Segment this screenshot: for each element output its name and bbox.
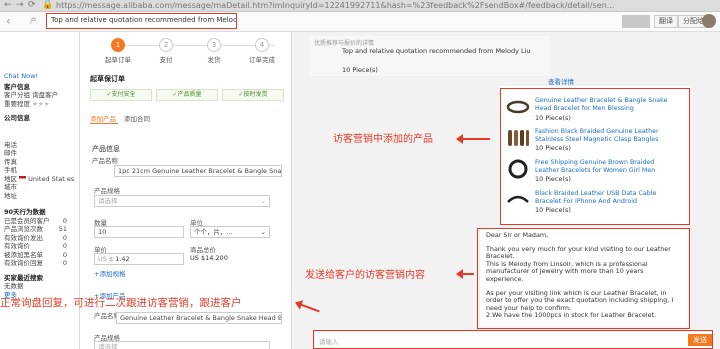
fax-label: 传真 [4, 157, 17, 166]
step-draft: 1 起草订单 [94, 38, 142, 64]
step-pay: 2 支付 [142, 38, 190, 64]
stat-row: 产品浏览次数 51 [4, 225, 67, 233]
spec-select[interactable]: 请选择 ⌄ [94, 195, 270, 207]
stat-row: 有效询价回复 0 [4, 259, 67, 267]
product-info-heading: 产品信息 [92, 145, 120, 153]
header-prefix: 产 [30, 17, 37, 25]
annotation-products: 访客营销中添加的产品 [333, 134, 433, 145]
stat-row: 已是会员的客户 0 [4, 216, 67, 225]
region-row: 地区 United Stat es [4, 174, 75, 183]
qty-input[interactable]: 10 [94, 226, 184, 238]
customer-group: 客户分组 询盘客户 [4, 91, 59, 99]
add-spec-link[interactable]: +添加规格 [94, 268, 125, 278]
customer-info-heading: 客户信息 [4, 82, 30, 91]
products-highlight-box [500, 88, 690, 225]
buyer-search-heading: 买家最近搜索 [4, 273, 43, 282]
card-title-cn: 优质推荐与报价的详情 [314, 40, 375, 47]
badge-delivery: ✓按时发货 [222, 89, 284, 101]
step-ship: 3 发货 [190, 38, 238, 64]
browser-toolbar: ← → ⟳ 🔒 https://message.alibaba.com/mess… [0, 0, 720, 12]
chevron-down-icon: ⌄ [260, 197, 266, 205]
toolbar-placeholder [622, 15, 650, 28]
importance-row: 重要程度 ★★★ [4, 99, 50, 108]
reload-icon[interactable]: ⟳ [28, 0, 36, 11]
forward-arrow-icon[interactable]: → [16, 0, 24, 11]
badge-payment: ✓支付安全 [90, 89, 152, 101]
product-name-input[interactable]: 1pc 21cm Genuine Leather Bracelet & Bang… [114, 165, 282, 177]
badge-quality: ✓产品质量 [156, 89, 218, 101]
input-highlight-box [313, 330, 713, 349]
address-label: 地址 [4, 191, 17, 200]
behavior-heading: 90天行为数据 [4, 208, 46, 216]
total-label: 商品总价 [190, 246, 216, 254]
card-qty: 10 Piece(s) [342, 66, 378, 74]
send-button[interactable]: 发送 [688, 334, 712, 346]
spec-label: 产品规格 [94, 187, 120, 195]
phone-label: 电话 [4, 140, 17, 149]
stat-row: 有效询价发出 0 [4, 233, 67, 242]
chat-now-link[interactable]: Chat Now! [4, 72, 79, 81]
second-product-input[interactable]: Genuine Leather Bracelet & Bangle Snake … [116, 312, 282, 324]
message-highlight-box [477, 228, 690, 329]
unit-select[interactable]: 个个，片，... ⌄ [190, 226, 270, 238]
page-title: Top and relative quotation recommended f… [46, 13, 237, 29]
company-heading: 公司信息 [4, 114, 30, 122]
step-complete: 4 订单完成 [238, 38, 286, 64]
mobile-label: 手机 [4, 166, 17, 174]
annotation-bottom-note: 正常询盘回复，可进行二次跟进访客营销，跟进客户 [0, 297, 242, 309]
annotation-arrow [456, 269, 474, 279]
tab-underline [90, 123, 118, 124]
address-bar[interactable]: https://message.alibaba.com/message/maDe… [56, 0, 614, 11]
form-section-title: 起草保订单 [90, 75, 125, 83]
us-flag-icon [19, 176, 27, 181]
city-label: 城市 [4, 183, 17, 191]
email-label: 邮件 [4, 149, 17, 157]
quotation-card[interactable]: 优质推荐与报价的详情 Top and relative quotation re… [310, 36, 550, 76]
translate-button[interactable]: 翻译 [654, 15, 678, 28]
second-spec-select[interactable]: 请选择 [94, 341, 270, 349]
tab-add-product[interactable]: 添加产品 [90, 113, 116, 123]
star-rating-icon[interactable]: ★★★ [32, 100, 49, 108]
back-chevron-icon[interactable]: ‹ [6, 14, 11, 28]
view-details-link[interactable]: 查看详情 [548, 76, 574, 86]
annotation-marketing: 发送给客户的访客营销内容 [305, 270, 425, 281]
chevron-down-icon: ⌄ [260, 228, 266, 236]
avatar[interactable] [702, 14, 716, 28]
no-data-text: 无数据 [4, 282, 24, 290]
tab-add-contract[interactable]: 添加合同 [124, 113, 150, 123]
stat-row: 被添加黑名单 0 [4, 250, 67, 259]
stat-row: 有效询价 0 [4, 242, 67, 250]
annotation-arrow [456, 134, 490, 144]
total-value: US $14.200 [190, 254, 228, 262]
product-name-label: 产品名称 [92, 157, 118, 165]
back-arrow-icon[interactable]: ← [4, 0, 12, 11]
card-title: Top and relative quotation recommended f… [342, 47, 531, 55]
price-input[interactable]: US $ 1.42 [94, 253, 184, 265]
lock-icon: 🔒 [42, 0, 54, 10]
